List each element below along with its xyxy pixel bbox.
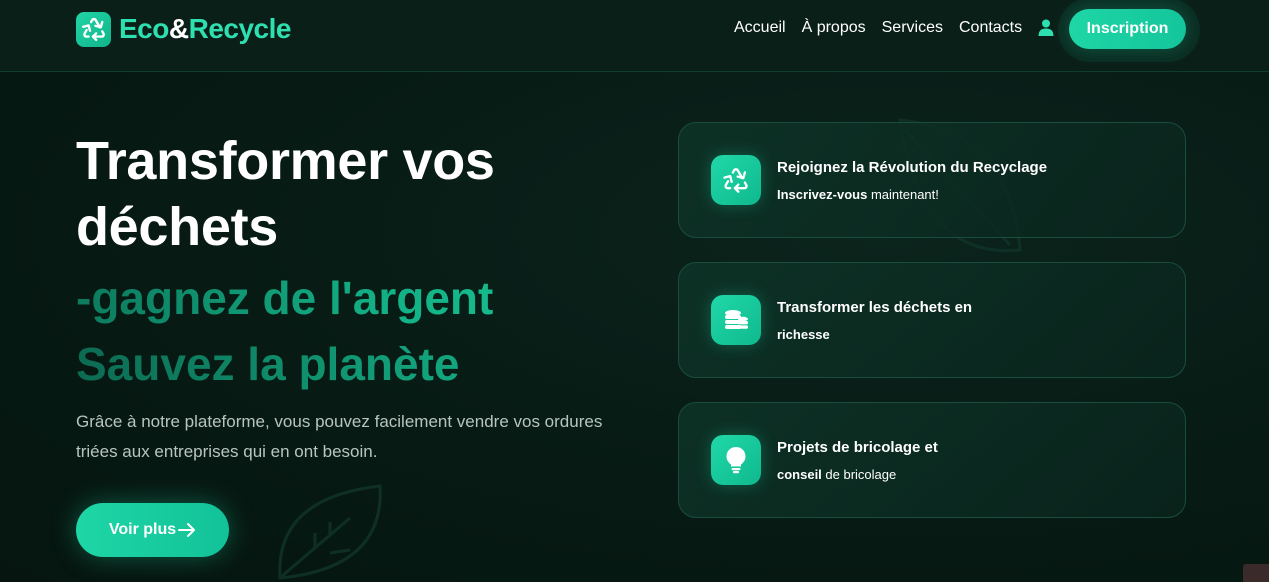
card-subtitle: Inscrivez-vous maintenant!	[777, 187, 939, 202]
see-more-label: Voir plus	[108, 521, 177, 538]
nav-link-accueil[interactable]: Accueil	[734, 19, 786, 37]
card-subtitle-bold: richesse	[777, 327, 830, 342]
brand-name-part1: Eco	[119, 13, 169, 44]
hero-description: Grâce à notre plateforme, vous pouvez fa…	[76, 412, 603, 461]
see-more-button[interactable]: Voir plus	[76, 503, 229, 557]
card-subtitle-rest: de bricolage	[821, 467, 897, 482]
card-subtitle-bold: conseil	[777, 467, 822, 482]
hero-accent-line2: Sauvez la planète	[76, 331, 636, 397]
recycle-icon	[711, 155, 761, 205]
card-title: Rejoignez la Révolution du Recyclage	[777, 159, 1048, 176]
nav-link-a-propos[interactable]: À propos	[802, 19, 866, 37]
arrow-right-icon	[178, 523, 196, 537]
window-corner-indicator	[1243, 564, 1269, 582]
navbar: Eco&Recycle Accueil À propos Services Co…	[0, 0, 1269, 72]
card-title: Projets de bricolage et	[777, 439, 938, 456]
leaf-decoration-icon	[278, 484, 382, 580]
brand-name: Eco&Recycle	[119, 13, 291, 45]
hero-accent: -gagnez de l'argent Sauvez la planète	[76, 265, 636, 397]
brand-name-part2: Recycle	[188, 13, 292, 44]
feature-card-recycling[interactable]: Rejoignez la Révolution du Recyclage Ins…	[678, 122, 1186, 238]
lightbulb-icon	[711, 435, 761, 485]
card-subtitle-bold: Inscrivez-vous	[777, 187, 868, 202]
card-title: Transformer les déchets en	[777, 299, 973, 316]
brand-name-amp: &	[168, 13, 189, 44]
nav-link-services[interactable]: Services	[882, 19, 943, 37]
nav-link-contacts[interactable]: Contacts	[959, 19, 1022, 37]
main-nav: Accueil À propos Services Contacts	[734, 19, 1022, 37]
feature-card-wealth[interactable]: Transformer les déchets en richesse	[678, 262, 1186, 378]
hero-accent-line1: -gagnez de l'argent	[76, 265, 636, 331]
coins-icon	[711, 295, 761, 345]
card-subtitle-rest: maintenant!	[867, 187, 939, 202]
card-subtitle: richesse	[777, 327, 830, 342]
brand-logo[interactable]: Eco&Recycle	[76, 11, 291, 47]
hero-title: Transformer vos déchets	[76, 131, 495, 257]
landing-page: Eco&Recycle Accueil À propos Services Co…	[0, 0, 1269, 582]
recycle-icon	[76, 11, 111, 47]
feature-card-diy[interactable]: Projets de bricolage et conseil de brico…	[678, 402, 1186, 518]
signup-button[interactable]: Inscription	[1069, 9, 1186, 49]
user-icon[interactable]	[1036, 18, 1056, 38]
card-subtitle: conseil de bricolage	[777, 467, 896, 482]
